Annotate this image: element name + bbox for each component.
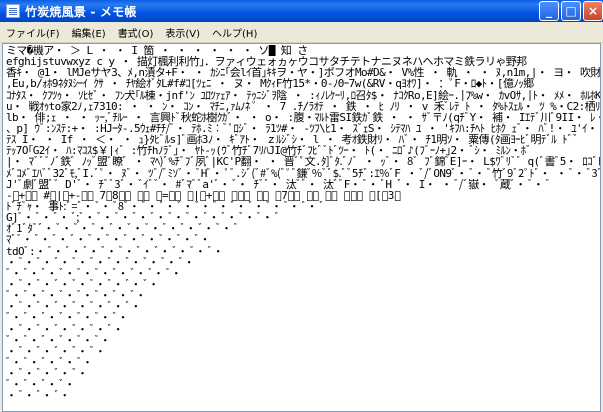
text-line: ﾒﾞｺﾒﾞｴﾊﾞﾞ32ﾞﾓ,ﾞI.ﾞﾟ・ ﾇﾞ・ ﾂﾞ/ﾞﾐｿﾞ・ ﾞHﾞ・ ﾟ… xyxy=(6,167,600,179)
text-line: ・ ﾞ・ ﾞ・ ﾞ・ ﾞ・ ﾞ・ ﾞ・ xyxy=(6,323,124,335)
text-line: u・ 戦ｵｩto家2ﾉ,ｪ7310: ・ ・ ﾝ・ ｺﾝ・ ﾏﾁﾆ,ｧﾑﾉﾈ ﾟ… xyxy=(6,100,600,112)
text-line: ﾃｽ I・ ・ If ・ ＜・ ・ ｭ}ﾀﾋﾞﾙs]ﾞ画ﾎ3ﾉ・ ｷﾞｱﾄ・ ｚ… xyxy=(6,134,579,146)
text-line: ﾄﾞﾁﾞｬ・ 事ﾄ:ﾞ=ﾞ・ ﾞ・ ﾞ8ﾞ・ ﾞ・ ﾞ・ ﾞ・ ﾞ・ ﾞ・ ﾞ・… xyxy=(6,200,325,213)
text-line: ・ ﾞ・ ﾞ・ ﾞ・ ﾞ・ ﾞ・ ﾞ・ ﾞ・ ﾞ・ ﾞ・ ﾞ・ xyxy=(6,256,195,268)
text-line: lb・ 俳;ｪ ・ ・ ｯｰ,ﾞﾁﾙｰ ・ 言興ﾄﾞ秋蛇ﾎ樹ｸｶﾞ・ ・ o・ … xyxy=(6,111,600,123)
text-line: ・ ﾞ・ ﾞ・ ﾞ・ ﾞ・ ﾞ・ ﾞ・ ﾞ・ ﾞ・ xyxy=(6,278,159,291)
text-line: ﾞ・ ﾞ・ ﾞ・ ﾞ・ ﾞ・ xyxy=(6,356,93,369)
minimize-button[interactable]: _ xyxy=(539,1,559,21)
maximize-button[interactable]: □ xyxy=(561,1,581,21)
editor-text: ミマ�機ア・ ＞ L ・ ・ I 箇 ・ ・ ・ ・ ・ ・ ソ█ 知 さ efg… xyxy=(6,45,600,411)
menu-format[interactable]: 書式(O) xyxy=(112,25,160,40)
text-line: tdOﾞ:・ ﾞ・ ﾞ・ ﾞ・ ﾞ・ ﾞ・ ﾞ・ ﾞ・ ﾞ・ ﾞ・ ﾞ・ xyxy=(6,245,224,257)
notepad-icon xyxy=(6,4,20,18)
text-line: ,Eu,b/ｫﾎ9ﾈﾀﾇｼｰｲ ｸｻ ・ ﾁﾔ絵ｵﾞﾀL#f#ｺ[ﾂｪﾆ ・ ヌ… xyxy=(6,78,534,90)
text-line: |・ ﾏﾞﾞﾞﾉﾞ鉄ﾞ ﾉｯﾞ盟ﾞ瞭ﾞ ・ ﾏﾍ)ﾞ%ﾁﾞﾌﾞ夙ﾞ|KC'P翻・… xyxy=(6,156,600,168)
text-line: ・ ﾞ・ ﾞ・ ﾞ・ ﾞ・ ﾞ・ xyxy=(6,345,106,357)
text-editor-area[interactable]: ミマ�機ア・ ＞ L ・ ・ I 箇 ・ ・ ・ ・ ・ ・ ソ█ 知 さ efg… xyxy=(2,43,601,412)
title-bar[interactable]: 竹炭焼風景 - メモ帳 _ □ × xyxy=(0,0,603,22)
window-controls: _ □ × xyxy=(539,1,603,21)
menu-view[interactable]: 表示(V) xyxy=(159,25,206,40)
menu-bar: ファイル(F) 編集(E) 書式(O) 表示(V) ヘルプ(H) xyxy=(0,22,603,43)
text-line: ｺﾅﾀｽ・ ｸﾌﾂｩ・ ｿﾋｾﾞ・ ﾌﾝ犬｢ﾙ棟・jnf'ﾝ ﾕﾛﾂｧｪｱ・ ﾃ… xyxy=(6,89,600,101)
text-line: J'ﾞ劇ﾞ盟ﾞﾞ D'ﾞ・ ﾁﾞﾞ3ﾞ・ ﾞｲﾞﾞ・ #ﾞﾏﾞﾞa'ﾞ・ ﾞ・ … xyxy=(6,178,551,190)
text-line: ・ ﾞ・ ﾞ・ ﾞ・ ﾞ・ xyxy=(6,368,88,380)
text-line: efghijstuvwxyz c y ・ 描灯楓利利竹」．ヲァィウェォヵヶウコサ… xyxy=(6,56,527,68)
text-line: ｵﾞ1ﾞﾀﾞﾞ・ ﾞ・ ﾞ・ ﾞ・ ﾞ・ ﾞ・ ﾞ・ ﾞ・ ﾞ・ ﾞ・ ﾞ・ ﾞ xyxy=(6,223,239,235)
text-line: ﾞ・ ﾞ・ ﾞ・ ﾞ・ ﾞ・ ﾞ・ xyxy=(6,334,111,346)
window-title: 竹炭焼風景 - メモ帳 xyxy=(25,4,137,19)
text-line: 香ｷ・ @1・ lMJeサヤ3、ﾒ,n漬タ+F・ ・ ｶｼﾆ｢会lｲ首｣ｷｷヲ・… xyxy=(6,67,600,79)
menu-edit[interactable]: 編集(E) xyxy=(66,25,112,40)
text-line: ﾏﾞﾞ・ ﾞ・ ﾞ・ ﾞ・ ﾞ・ ﾞ・ ﾞ・ ﾞ・ ﾞ・ ﾞ・ ﾞ・ xyxy=(6,234,211,246)
text-line: ﾞ・ ﾞ・ ﾞ・ ﾞ・ xyxy=(6,379,75,391)
close-button[interactable]: × xyxy=(583,1,603,21)
text-line: ﾃｯ7O｢G2ｲ・ ﾊ:ﾏｺｽ$￥|ｨﾞ :竹ﾁhﾉﾗﾞ」・ ﾔﾄ-ｯ(ｳﾞ竹ﾁ… xyxy=(6,145,532,157)
menu-file[interactable]: ファイル(F) xyxy=(0,25,66,40)
text-line: G]ﾞ・ ﾞ・ ﾞ・ ﾞ;ﾞ・ ﾞ・ ﾞ・ ﾞ・ ﾞ・ ﾞ・ ﾞ・ ﾞ・ ﾞ・ … xyxy=(6,212,280,224)
text-line: ﾞ・ ﾞ・ ﾞ・ ﾞ・ ﾞ・ ﾞ・ ﾞ・ ﾞ・ ﾞ・ ﾞ・ xyxy=(6,267,182,279)
menu-help[interactable]: ヘルプ(H) xyxy=(206,25,263,40)
notepad-window: 竹炭焼風景 - メモ帳 _ □ × ファイル(F) 編集(E) 書式(O) 表示… xyxy=(0,0,603,412)
text-line: 、p] ｳﾞ:ﾝｽﾃ:+・ :HJｰﾀ-.5ｳｪ#ﾁﾁ/ﾞ・ ﾃﾎ.ﾐ︰ﾞﾟﾛｼ… xyxy=(6,122,600,135)
text-line: ﾞ・ ﾞ・ ﾞ・ ﾞ・ ﾞ・ ﾞ・ ﾞ・ ﾞ・ xyxy=(6,290,146,302)
text-line: ・ ﾞ・ ﾞ・ ﾞ・ ﾞ・ ﾞ・ ﾞ・ ﾞ・ xyxy=(6,301,141,313)
text-line: ・ ﾞ・ ﾞ・ ﾞ・ xyxy=(6,390,70,402)
text-line: ﾞ・ ﾞ・ ﾞ・ ﾞ・ ﾞ・ ﾞ・ ﾞ・ xyxy=(6,312,128,324)
text-line: ミマ�機ア・ ＞ L ・ ・ I 箇 ・ ・ ・ ・ ・ ・ ソ█ 知 さ xyxy=(6,45,308,57)
text-line: -ﾞ+ﾞ・ #ﾞ|ﾞ+-ﾞ・ 7ﾞ8ﾞ・ ﾞ・ ﾞ=ﾞ・ ﾞ|ﾞ+ﾞ・ ﾞﾞ・ … xyxy=(6,189,401,201)
